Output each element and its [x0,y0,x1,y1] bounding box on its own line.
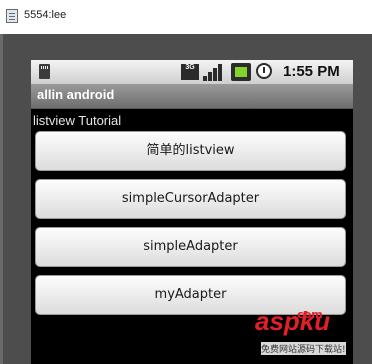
simple-listview-button[interactable]: 简单的listview [35,131,346,171]
sd-card-icon [39,64,50,79]
app-titlebar: allin android [31,84,353,109]
alarm-clock-icon [256,63,272,79]
network-label: 3G [185,64,195,71]
network-3g-icon: 3G [181,64,199,80]
app-title: allin android [37,87,115,102]
status-clock: 1:55 PM [283,63,340,80]
battery-charging-icon [231,63,251,81]
emulator-window: 5554:lee 3G 1:55 PM allin android listvi… [0,0,372,364]
window-title: 5554:lee [24,9,67,21]
site-watermark: aspku .com 免费网站源码下载站! [255,306,372,364]
watermark-caption: 免费网站源码下载站! [261,342,346,355]
simple-adapter-button[interactable]: simpleAdapter [35,227,346,267]
window-titlebar[interactable]: 5554:lee [0,0,372,34]
emulator-frame-edge [0,34,3,364]
signal-icon [203,63,225,81]
tutorial-heading: listview Tutorial [33,113,122,128]
watermark-sub: .com [293,308,323,321]
window-app-icon [6,9,18,23]
status-bar: 3G 1:55 PM [31,60,353,84]
simple-cursor-adapter-button[interactable]: simpleCursorAdapter [35,179,346,219]
